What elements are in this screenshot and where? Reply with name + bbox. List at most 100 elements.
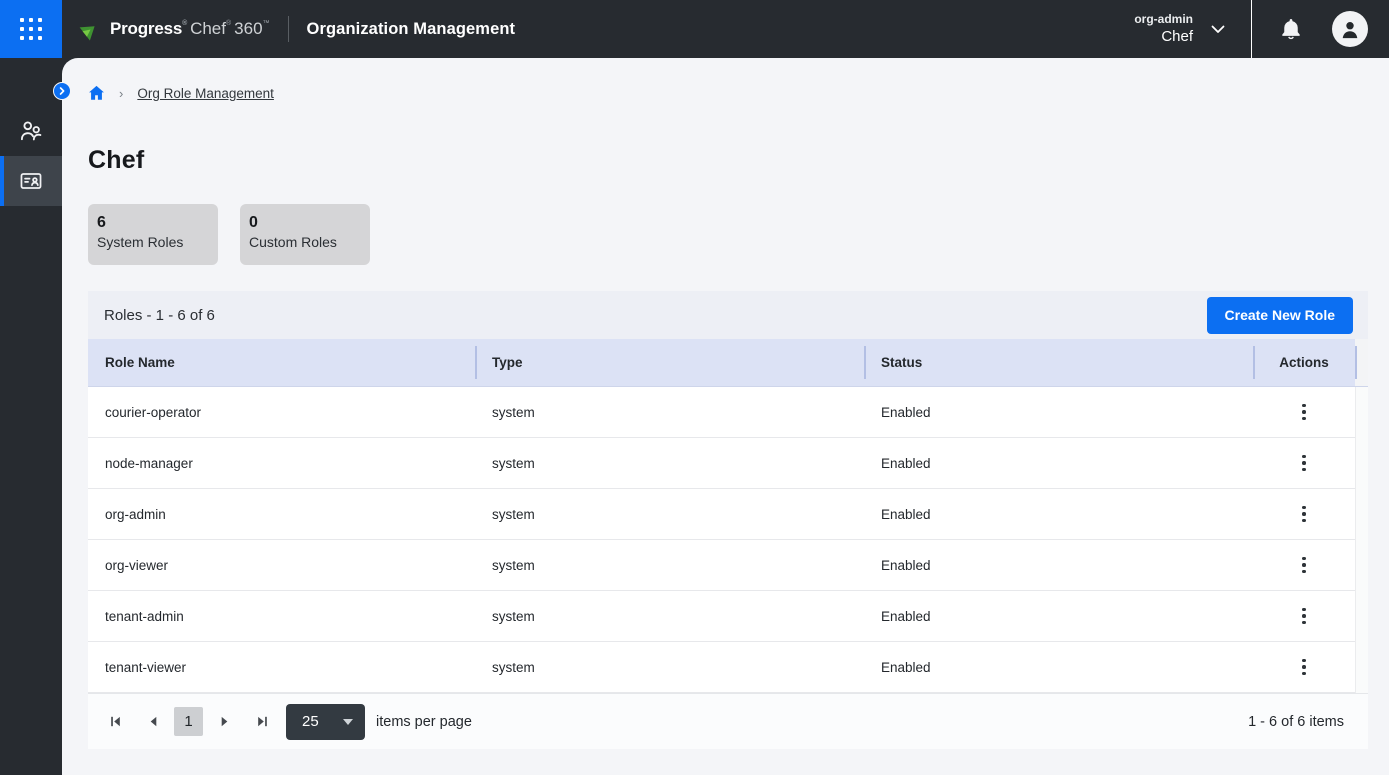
stat-label: Custom Roles bbox=[249, 233, 356, 252]
home-icon bbox=[88, 85, 105, 101]
table-body: courier-operator system Enabled node-man… bbox=[88, 387, 1368, 693]
caret-down-icon bbox=[343, 719, 353, 725]
table-row: org-viewer system Enabled bbox=[88, 540, 1368, 591]
cell-status: Enabled bbox=[864, 540, 1253, 590]
notifications-button[interactable] bbox=[1280, 17, 1302, 41]
stat-label: System Roles bbox=[97, 233, 204, 252]
bell-icon bbox=[1280, 17, 1302, 41]
previous-page-button[interactable] bbox=[142, 711, 164, 733]
cell-role-name: tenant-viewer bbox=[88, 642, 475, 692]
sidebar bbox=[0, 58, 62, 775]
kebab-icon bbox=[1302, 608, 1306, 612]
row-actions-menu-button[interactable] bbox=[1289, 397, 1319, 427]
logo-suffix: 360™ bbox=[234, 19, 269, 39]
sidebar-expand-button[interactable] bbox=[53, 82, 71, 100]
breadcrumb-home-link[interactable] bbox=[88, 85, 105, 101]
table-header-row: Role Name Type Status Actions bbox=[88, 339, 1368, 387]
progress-swoosh-icon bbox=[78, 17, 103, 42]
row-actions-menu-button[interactable] bbox=[1289, 448, 1319, 478]
apps-menu-button[interactable] bbox=[0, 0, 62, 58]
cell-role-name: node-manager bbox=[88, 438, 475, 488]
breadcrumb-link-org-role-management[interactable]: Org Role Management bbox=[137, 86, 274, 101]
table-scroll-gutter bbox=[1355, 339, 1368, 386]
table-row: org-admin system Enabled bbox=[88, 489, 1368, 540]
cell-status: Enabled bbox=[864, 438, 1253, 488]
page-size-select[interactable]: 25 bbox=[286, 704, 365, 740]
row-actions-menu-button[interactable] bbox=[1289, 499, 1319, 529]
cell-status: Enabled bbox=[864, 591, 1253, 641]
progress-chef-logo: Progress® Chef® 360™ bbox=[78, 17, 270, 42]
column-header-role-name[interactable]: Role Name bbox=[88, 339, 475, 386]
chevron-down-icon bbox=[1211, 25, 1225, 34]
cell-status: Enabled bbox=[864, 489, 1253, 539]
header-section-divider bbox=[1251, 0, 1252, 58]
kebab-icon bbox=[1302, 659, 1306, 663]
last-page-button[interactable] bbox=[251, 711, 273, 733]
row-actions-menu-button[interactable] bbox=[1289, 550, 1319, 580]
stat-value: 6 bbox=[97, 213, 204, 233]
cell-status: Enabled bbox=[864, 387, 1253, 437]
pagination-bar: 1 25 items per page 1 - 6 bbox=[88, 693, 1368, 749]
chevron-right-icon bbox=[58, 87, 66, 95]
previous-page-icon bbox=[146, 714, 161, 729]
table-row: tenant-admin system Enabled bbox=[88, 591, 1368, 642]
user-org-menu[interactable]: org-admin Chef bbox=[1134, 12, 1225, 46]
stat-cards: 6 System Roles 0 Custom Roles bbox=[88, 204, 1389, 265]
sidebar-item-users[interactable] bbox=[0, 106, 62, 156]
users-icon bbox=[18, 118, 44, 144]
user-org-label: Chef bbox=[1161, 27, 1193, 46]
first-page-button[interactable] bbox=[104, 711, 126, 733]
top-bar: Progress® Chef® 360™ Organization Manage… bbox=[0, 0, 1389, 58]
table-toolbar: Roles - 1 - 6 of 6 Create New Role bbox=[88, 291, 1368, 339]
table-scroll-gutter bbox=[1355, 387, 1368, 693]
cell-role-name: courier-operator bbox=[88, 387, 475, 437]
column-header-actions[interactable]: Actions bbox=[1253, 339, 1355, 386]
row-actions-menu-button[interactable] bbox=[1289, 601, 1319, 631]
cell-role-name: org-viewer bbox=[88, 540, 475, 590]
cell-type: system bbox=[475, 489, 864, 539]
sidebar-item-org-roles[interactable] bbox=[0, 156, 62, 206]
header-divider bbox=[288, 16, 289, 42]
cell-status: Enabled bbox=[864, 642, 1253, 692]
items-per-page-label: items per page bbox=[376, 714, 472, 730]
stat-card-system-roles: 6 System Roles bbox=[88, 204, 218, 265]
first-page-icon bbox=[108, 714, 123, 729]
column-header-status[interactable]: Status bbox=[864, 339, 1253, 386]
page-size-value: 25 bbox=[302, 713, 319, 730]
table-row: courier-operator system Enabled bbox=[88, 387, 1368, 438]
avatar-icon bbox=[1339, 18, 1361, 40]
breadcrumb: › Org Role Management bbox=[88, 82, 1389, 104]
last-page-icon bbox=[255, 714, 270, 729]
kebab-icon bbox=[1302, 506, 1306, 510]
breadcrumb-separator-icon: › bbox=[119, 86, 123, 101]
kebab-icon bbox=[1302, 455, 1306, 459]
stat-card-custom-roles: 0 Custom Roles bbox=[240, 204, 370, 265]
column-header-type[interactable]: Type bbox=[475, 339, 864, 386]
next-page-icon bbox=[217, 714, 232, 729]
apps-grid-icon bbox=[20, 18, 42, 40]
kebab-icon bbox=[1302, 404, 1306, 408]
table-title: Roles - 1 - 6 of 6 bbox=[104, 307, 215, 324]
role-card-icon bbox=[18, 168, 44, 194]
cell-type: system bbox=[475, 540, 864, 590]
cell-role-name: org-admin bbox=[88, 489, 475, 539]
next-page-button[interactable] bbox=[213, 711, 235, 733]
kebab-icon bbox=[1302, 557, 1306, 561]
app-title: Organization Management bbox=[307, 20, 516, 39]
page-number-button[interactable]: 1 bbox=[174, 707, 203, 736]
account-avatar-button[interactable] bbox=[1332, 11, 1368, 47]
create-new-role-button[interactable]: Create New Role bbox=[1207, 297, 1353, 334]
cell-type: system bbox=[475, 591, 864, 641]
row-actions-menu-button[interactable] bbox=[1289, 652, 1319, 682]
cell-type: system bbox=[475, 387, 864, 437]
roles-table: Roles - 1 - 6 of 6 Create New Role Role … bbox=[88, 291, 1368, 749]
pagination-range-label: 1 - 6 of 6 items bbox=[1248, 714, 1344, 730]
user-role-label: org-admin bbox=[1134, 12, 1193, 27]
cell-role-name: tenant-admin bbox=[88, 591, 475, 641]
logo-brand: Progress® bbox=[110, 19, 187, 39]
logo-product: Chef® bbox=[190, 19, 231, 39]
stat-value: 0 bbox=[249, 213, 356, 233]
cell-type: system bbox=[475, 438, 864, 488]
table-row: node-manager system Enabled bbox=[88, 438, 1368, 489]
main-content: › Org Role Management Chef 6 System Role… bbox=[62, 58, 1389, 775]
